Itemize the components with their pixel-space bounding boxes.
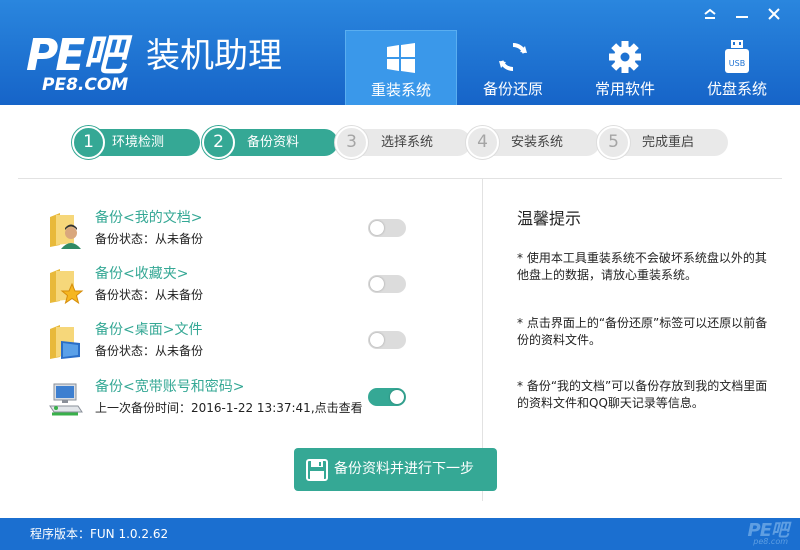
close-button[interactable] [758,4,790,24]
tip-text: * 点击界面上的“备份还原”标签可以还原以前备份的资料文件。 [517,316,768,347]
backup-toggle[interactable] [368,388,406,406]
tab-reinstall-system[interactable]: 重装系统 [345,30,457,105]
backup-item-status: 备份状态：从未备份 [95,288,204,302]
version-text: 程序版本：FUN 1.0.2.62 [30,527,169,541]
app-logo: PE吧 装机助理 PE8.COM [24,34,324,96]
step-2: 2 备份资料 [202,126,338,159]
backup-toggle[interactable] [368,219,406,237]
main-nav: 重装系统 备份还原 常用软件 USB 优盘系统 [345,30,793,105]
backup-item-desktop: 备份<桌面>文件 备份状态：从未备份 [48,321,418,367]
backup-item-status: 备份状态：从未备份 [95,232,204,246]
backup-item-favorites: 备份<收藏夹> 备份状态：从未备份 [48,265,418,311]
step-4: 4 安装系统 [466,126,600,159]
tip-text: * 备份“我的文档”可以备份存放到我的文档里面的资料文件和QQ聊天记录等信息。 [517,379,768,410]
backup-item-status: 备份状态：从未备份 [95,344,204,358]
backup-item-title: 备份<桌面>文件 [95,322,203,338]
tab-backup-restore[interactable]: 备份还原 [457,30,569,105]
nav-label: 常用软件 [594,80,655,98]
tab-common-software[interactable]: 常用软件 [569,30,681,105]
step-number: 2 [202,126,235,159]
user-folder-icon [50,213,81,249]
step-5: 5 完成重启 [597,126,728,159]
usb-badge: USB [729,59,745,68]
step-number: 5 [597,126,630,159]
backup-toggle[interactable] [368,275,406,293]
backup-item-status-link[interactable]: 上一次备份时间：2016-1-22 13:37:41,点击查看 [95,400,363,416]
step-3: 3 选择系统 [335,126,471,159]
step-number: 1 [72,126,105,159]
footer-logo-sub: pe8.com [753,537,788,546]
status-bar: 程序版本：FUN 1.0.2.62 PE吧 pe8.com [0,518,800,550]
backup-item-title: 备份<收藏夹> [95,266,189,282]
sync-icon [499,42,527,72]
step-number: 3 [335,126,368,159]
step-1: 1 环境检测 [72,126,200,159]
gear-icon [609,41,641,73]
tab-usb-system[interactable]: USB 优盘系统 [681,30,793,105]
save-icon [306,459,328,481]
step-label: 选择系统 [381,135,434,150]
tip-text: * 使用本工具重装系统不会破坏系统盘以外的其他盘上的数据，请放心重装系统。 [517,251,767,282]
logo-mark: PE吧 [26,30,126,81]
step-number: 4 [466,126,499,159]
app-title: 装机助理 [146,36,282,76]
progress-steps: 1 环境检测 2 备份资料 3 选择系统 4 安装系统 5 完成重启 [72,126,728,159]
window-controls [694,4,790,24]
network-computer-icon [49,383,83,416]
menu-icon[interactable] [694,4,726,24]
step-label: 完成重启 [642,135,695,150]
usb-icon: USB [725,40,749,73]
nav-label: 优盘系统 [706,80,767,98]
minimize-button[interactable] [726,4,758,24]
backup-item-title: 备份<我的文档> [95,210,203,226]
step-label: 安装系统 [511,135,564,150]
backup-toggle[interactable] [368,331,406,349]
backup-next-button[interactable]: 备份资料并进行下一步 [294,448,497,491]
nav-label: 重装系统 [370,81,431,99]
nav-label: 备份还原 [482,80,543,98]
header-bar: PE吧 装机助理 PE8.COM 重装系统 备份还原 常用软件 USB 优盘系统 [0,0,800,105]
tips-title: 温馨提示 [517,209,582,228]
backup-item-broadband: 备份<宽带账号和密码> 上一次备份时间：2016-1-22 13:37:41,点… [48,378,418,424]
windows-icon [387,43,415,73]
button-label: 备份资料并进行下一步 [334,461,474,477]
app-window: PE吧 装机助理 PE8.COM 重装系统 备份还原 常用软件 USB 优盘系统… [0,0,800,550]
desktop-folder-icon [50,325,80,359]
logo-subtitle: PE8.COM [42,75,129,95]
backup-item-title: 备份<宽带账号和密码> [95,379,245,395]
step-label: 备份资料 [247,135,300,150]
backup-item-documents: 备份<我的文档> 备份状态：从未备份 [48,209,418,255]
divider [18,178,782,179]
step-label: 环境检测 [112,135,165,150]
favorites-folder-icon [50,269,84,305]
